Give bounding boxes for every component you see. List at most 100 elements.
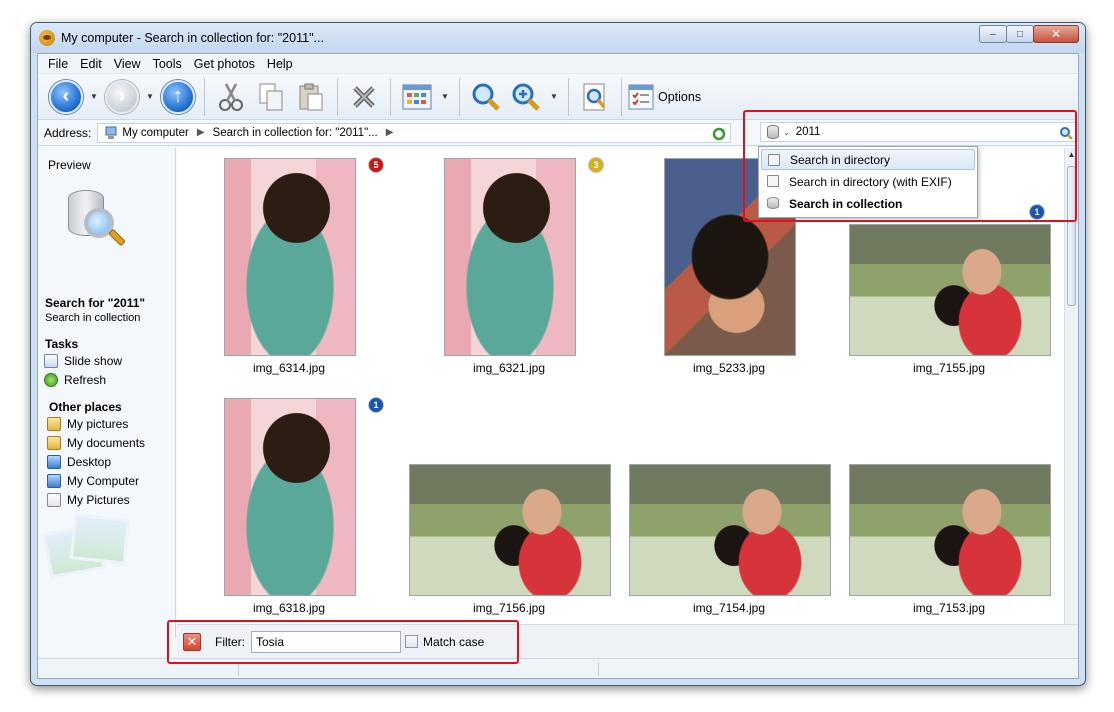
address-bar: Address: My computer ▶ Search in collect… <box>38 120 1078 146</box>
menu-help[interactable]: Help <box>261 57 299 71</box>
menu-item-label: Search in directory (with EXIF) <box>789 174 952 189</box>
scrollbar-thumb[interactable] <box>1067 166 1076 306</box>
filter-input[interactable] <box>251 630 401 653</box>
menu-get-photos[interactable]: Get photos <box>188 57 261 71</box>
app-window: My computer - Search in collection for: … <box>30 22 1086 686</box>
maximize-button[interactable]: □ <box>1006 25 1034 43</box>
thumbnail-image[interactable] <box>849 224 1051 356</box>
preview-button[interactable] <box>575 77 615 117</box>
chevron-down-icon[interactable]: ⌄ <box>783 128 790 137</box>
thumbnail-image[interactable] <box>849 464 1051 596</box>
place-desktop[interactable]: Desktop <box>47 455 111 469</box>
collection-search-icon <box>64 186 130 252</box>
search-subtitle: Search in collection <box>45 312 141 324</box>
back-button[interactable]: ‹ <box>46 77 86 117</box>
thumbnail-image[interactable] <box>224 398 356 596</box>
menu-item-search-collection[interactable]: Search in collection <box>761 193 975 214</box>
search-advanced-button[interactable] <box>506 77 546 117</box>
chevron-right-icon[interactable]: ▶ <box>386 127 394 138</box>
menu-item-label: Search in directory <box>790 152 891 167</box>
cut-button[interactable] <box>211 77 251 117</box>
place-my-computer[interactable]: My Computer <box>47 474 139 488</box>
delete-icon <box>353 85 375 108</box>
copy-button[interactable] <box>251 77 291 117</box>
thumbnail-item[interactable]: img_7154.jpg <box>617 388 837 618</box>
place-my-pictures-2[interactable]: My Pictures <box>47 493 130 507</box>
breadcrumb-my-computer[interactable]: My computer <box>122 127 188 139</box>
forward-history-dropdown[interactable]: ▼ <box>142 77 158 117</box>
vertical-scrollbar[interactable]: ▲ ▼ <box>1064 148 1078 638</box>
thumbnail-item[interactable]: 1 img_6318.jpg <box>177 388 397 618</box>
thumbnail-grid: 5 img_6314.jpg 3 img_6321.jpg img_5233.j… <box>177 148 1064 638</box>
thumbnail-image[interactable] <box>444 158 576 356</box>
thumbnail-image[interactable] <box>224 158 356 356</box>
paste-icon <box>299 83 323 110</box>
rating-badge: 1 <box>1030 205 1044 219</box>
search-field[interactable]: ⌄ 2011 <box>760 122 1078 142</box>
title-bar[interactable]: My computer - Search in collection for: … <box>31 23 1085 53</box>
cut-icon <box>219 82 243 111</box>
up-button[interactable]: ↑ <box>158 77 198 117</box>
menu-item-search-directory[interactable]: Search in directory <box>761 149 975 170</box>
menu-edit[interactable]: Edit <box>74 57 108 71</box>
database-icon <box>767 197 779 209</box>
rating-badge: 1 <box>369 398 383 412</box>
task-slide-show[interactable]: Slide show <box>44 354 122 368</box>
match-case-checkbox[interactable] <box>405 635 418 648</box>
delete-button[interactable] <box>344 77 384 117</box>
rating-badge: 3 <box>589 158 603 172</box>
paste-button[interactable] <box>291 77 331 117</box>
place-label: Desktop <box>67 455 112 469</box>
close-button[interactable]: ✕ <box>1033 25 1079 43</box>
search-advanced-icon <box>512 83 540 111</box>
computer-icon <box>47 474 61 488</box>
menu-item-label: Search in collection <box>789 196 903 211</box>
search-go-icon[interactable] <box>1059 126 1073 140</box>
thumbnail-filename: img_7154.jpg <box>692 601 766 615</box>
search-dropdown[interactable]: ▼ <box>546 77 562 117</box>
view-mode-icon <box>402 84 432 109</box>
toolbar-separator <box>568 77 569 116</box>
back-history-dropdown[interactable]: ▼ <box>86 77 102 117</box>
app-logo-icon <box>39 30 55 46</box>
view-mode-button[interactable] <box>397 77 437 117</box>
thumbnail-item[interactable]: img_7153.jpg <box>837 388 1057 618</box>
photos-watermark-icon <box>42 508 142 598</box>
forward-button[interactable]: › <box>102 77 142 117</box>
place-label: My Pictures <box>67 493 130 507</box>
forward-icon: › <box>105 79 139 114</box>
minimize-button[interactable]: – <box>979 25 1007 43</box>
menu-bar: File Edit View Tools Get photos Help <box>38 54 1078 74</box>
place-my-pictures[interactable]: My pictures <box>47 417 128 431</box>
menu-item-search-exif[interactable]: Search in directory (with EXIF) <box>761 171 975 192</box>
thumbnail-image[interactable] <box>409 464 611 596</box>
menu-file[interactable]: File <box>42 57 74 71</box>
task-refresh[interactable]: Refresh <box>44 373 106 387</box>
place-my-documents[interactable]: My documents <box>47 436 145 450</box>
search-input[interactable]: 2011 <box>796 126 821 138</box>
match-case-label[interactable]: Match case <box>423 635 484 649</box>
close-filter-button[interactable]: ✕ <box>183 632 201 651</box>
view-mode-dropdown[interactable]: ▼ <box>437 77 453 117</box>
place-label: My documents <box>67 436 146 450</box>
menu-view[interactable]: View <box>108 57 147 71</box>
thumbnail-item[interactable]: img_7156.jpg <box>397 388 617 618</box>
toolbar: ‹ ▼ › ▼ ↑ ▼ ▼ Options <box>38 74 1078 120</box>
address-field[interactable]: My computer ▶ Search in collection for: … <box>97 122 732 143</box>
chevron-right-icon[interactable]: ▶ <box>197 127 205 138</box>
thumbnail-image[interactable] <box>629 464 831 596</box>
scroll-up-icon[interactable]: ▲ <box>1065 148 1078 162</box>
refresh-icon[interactable] <box>712 127 726 141</box>
options-button[interactable]: Options <box>628 77 705 117</box>
search-icon <box>472 83 500 111</box>
search-mode-menu: Search in directory Search in directory … <box>758 146 978 218</box>
search-button[interactable] <box>466 77 506 117</box>
thumbnail-item[interactable]: 5 img_6314.jpg <box>177 148 397 378</box>
folder-search-icon <box>768 154 780 166</box>
breadcrumb-search[interactable]: Search in collection for: "2011"... <box>213 127 378 139</box>
menu-tools[interactable]: Tools <box>147 57 188 71</box>
thumbnail-item[interactable]: 3 img_6321.jpg <box>397 148 617 378</box>
options-icon <box>628 84 654 109</box>
thumbnail-filename: img_7156.jpg <box>472 601 546 615</box>
options-label: Options <box>658 89 702 104</box>
